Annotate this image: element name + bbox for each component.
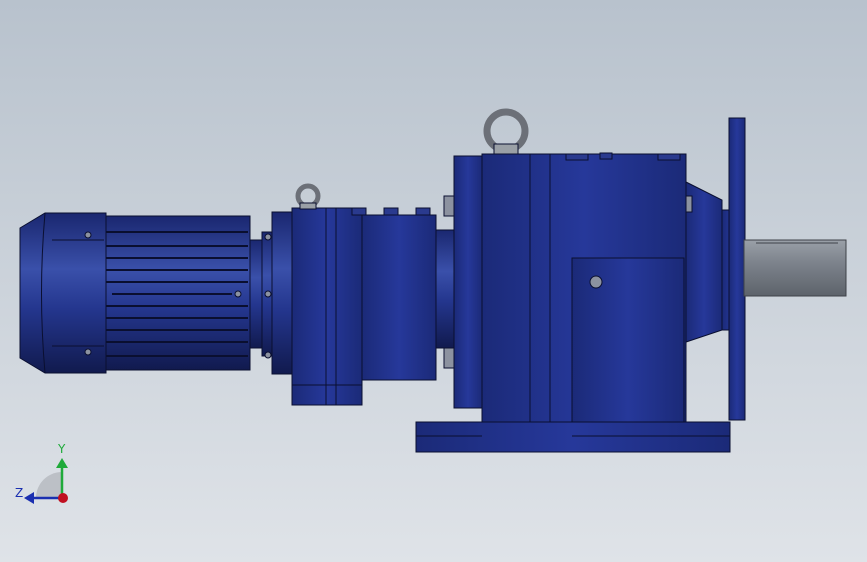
- screw-icon: [84, 348, 92, 356]
- bolt-icon: [599, 152, 613, 160]
- input-gear-stage[interactable]: [271, 183, 455, 406]
- motor-flange-neck: [249, 239, 263, 349]
- x-axis-indicator: [58, 493, 68, 503]
- bolt-icon: [383, 207, 399, 216]
- stage-housing: [291, 207, 363, 406]
- stage-coupling: [435, 229, 455, 349]
- main-gearbox[interactable]: [415, 108, 731, 453]
- bolt-icon: [657, 153, 681, 161]
- bolt-icon: [264, 290, 272, 298]
- bolt-icon: [264, 233, 272, 241]
- bolt-icon: [443, 347, 455, 369]
- bolt-icon: [443, 195, 455, 217]
- z-axis-label: Z: [15, 486, 24, 500]
- gearbox-input-flange: [453, 155, 483, 409]
- stage-adapter: [271, 211, 293, 375]
- y-axis-label: Y: [58, 442, 66, 456]
- mounting-foot: [415, 421, 731, 453]
- lifting-eye-base: [493, 143, 519, 155]
- motor-fan-cover: [19, 212, 107, 374]
- screw-icon: [84, 231, 92, 239]
- output-flange: [728, 117, 746, 421]
- 3d-graphics-viewport[interactable]: Y Z: [0, 0, 867, 562]
- oil-plug-icon: [589, 275, 603, 289]
- lifting-eye-base: [299, 202, 317, 210]
- electric-motor[interactable]: [19, 212, 273, 374]
- bolt-icon: [264, 351, 272, 359]
- inspection-cover: [571, 257, 685, 423]
- model-canvas[interactable]: [0, 0, 867, 562]
- bolt-icon: [234, 290, 242, 298]
- output-shaft: [743, 239, 847, 297]
- bolt-icon: [415, 207, 431, 216]
- bolt-icon: [685, 195, 693, 213]
- bolt-icon: [351, 207, 367, 216]
- bolt-icon: [565, 153, 589, 161]
- stage-cover: [361, 214, 437, 381]
